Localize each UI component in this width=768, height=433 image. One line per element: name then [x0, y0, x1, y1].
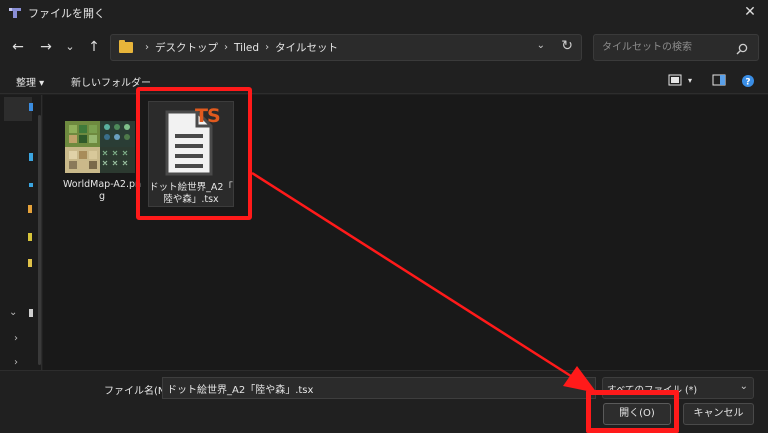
file-name-line-1: WorldMap-A2.pn — [62, 179, 142, 190]
breadcrumb-separator: › — [224, 42, 228, 53]
back-arrow-icon[interactable]: ← — [8, 37, 28, 57]
view-mode-icon[interactable] — [668, 74, 684, 88]
title-bar: ファイルを開く ✕ — [0, 0, 768, 26]
filename-input[interactable] — [162, 377, 596, 399]
refresh-icon[interactable]: ↻ — [561, 38, 573, 54]
expand-chevron-right-icon[interactable]: › — [14, 333, 18, 344]
breadcrumb-separator: › — [145, 42, 149, 53]
nav-pane-selected-item[interactable] — [4, 97, 32, 121]
chevron-down-icon: ⌄ — [739, 381, 748, 392]
image-thumbnail-icon — [65, 121, 135, 173]
up-arrow-icon[interactable]: ↑ — [84, 37, 104, 57]
preview-pane-icon[interactable] — [712, 74, 728, 88]
nav-item-icon[interactable] — [29, 183, 33, 187]
cancel-button[interactable]: キャンセル — [683, 403, 754, 425]
breadcrumb-tileset[interactable]: タイルセット — [275, 40, 338, 55]
navigation-bar: ← → ⌄ ↑ › デスクトップ › Tiled › タイルセット ⌄ ↻ — [0, 28, 768, 66]
help-icon[interactable]: ? — [741, 74, 757, 88]
organize-menu[interactable]: 整理 ▾ — [16, 74, 44, 89]
address-bar[interactable]: › デスクトップ › Tiled › タイルセット ⌄ ↻ — [110, 34, 582, 61]
tiled-app-icon — [8, 7, 22, 19]
forward-arrow-icon[interactable]: → — [36, 37, 56, 57]
recent-locations-chevron-icon[interactable]: ⌄ — [60, 37, 80, 57]
command-toolbar: 整理 ▾ 新しいフォルダー ▾ ? — [0, 68, 768, 94]
breadcrumb-desktop[interactable]: デスクトップ — [155, 40, 218, 55]
nav-item-icon[interactable] — [29, 309, 33, 317]
expand-chevron-right-icon[interactable]: › — [14, 357, 18, 368]
nav-item-icon[interactable] — [29, 103, 33, 111]
search-icon[interactable] — [735, 42, 749, 56]
highlight-box-open-button — [586, 390, 679, 433]
nav-item-icon[interactable] — [28, 259, 32, 267]
view-dropdown-icon[interactable]: ▾ — [688, 76, 692, 85]
nav-item-icon[interactable] — [28, 205, 32, 213]
nav-item-icon[interactable] — [28, 233, 32, 241]
file-name-label: WorldMap-A2.pn g — [61, 179, 143, 203]
window-title: ファイルを開く — [28, 7, 105, 20]
address-dropdown-icon[interactable]: ⌄ — [537, 40, 545, 51]
breadcrumb-tiled[interactable]: Tiled — [234, 42, 259, 54]
breadcrumb-separator: › — [265, 42, 270, 53]
navigation-pane[interactable]: ⌄ › › — [0, 95, 42, 370]
highlight-box-tsx-file — [136, 87, 252, 220]
nav-item-icon[interactable] — [29, 153, 33, 161]
file-name-line-2: g — [98, 191, 106, 202]
folder-icon — [119, 40, 133, 53]
help-glyph: ? — [745, 78, 750, 88]
nav-pane-scrollbar[interactable] — [38, 115, 41, 365]
expand-chevron-down-icon[interactable]: ⌄ — [9, 307, 17, 318]
close-icon[interactable]: ✕ — [742, 4, 758, 20]
